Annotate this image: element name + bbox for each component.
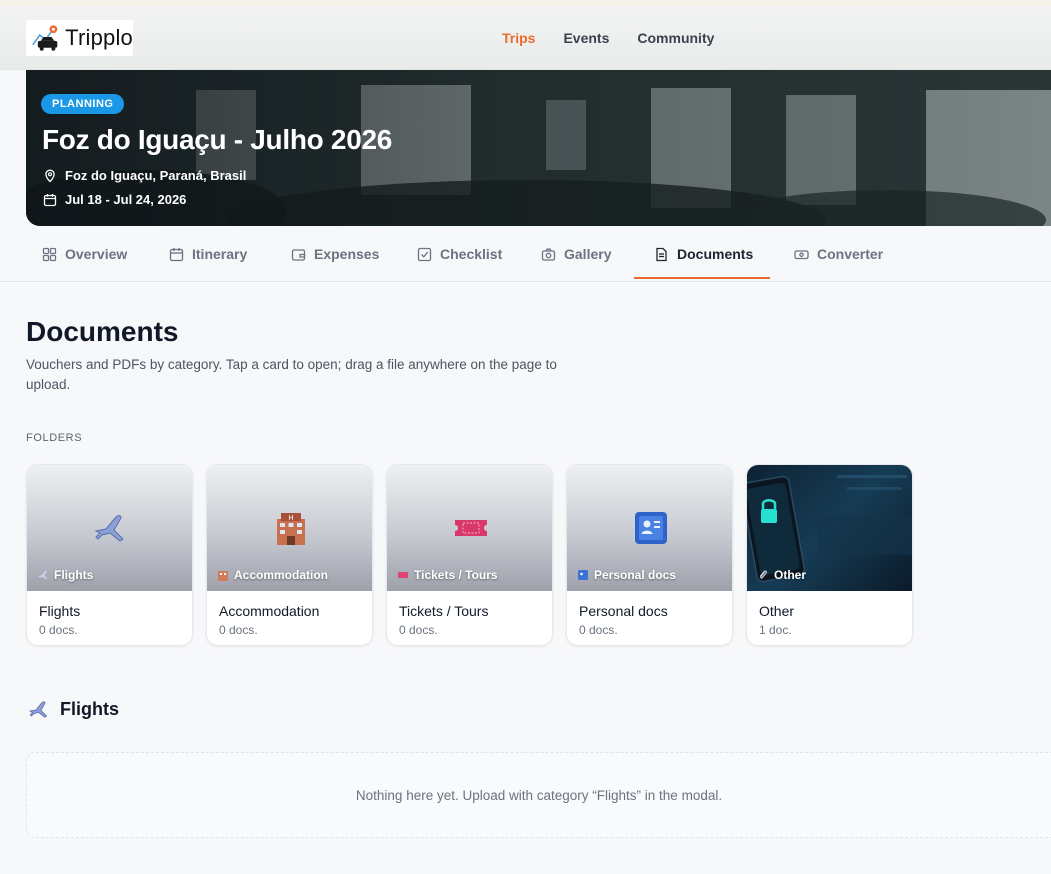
ticket-icon (398, 572, 408, 578)
trip-location-text: Foz do Iguaçu, Paraná, Brasil (65, 168, 247, 183)
tab-expenses[interactable]: Expenses (291, 226, 379, 282)
airplane-icon (28, 701, 48, 718)
folder-card-accommodation[interactable]: H Accommodation Accommodation 0 docs. (206, 464, 373, 646)
app-header: Tripplo Trips Events Community (0, 6, 1051, 70)
card-tag: Personal docs (577, 568, 676, 582)
card-name: Other (759, 603, 795, 619)
tab-label: Overview (65, 246, 128, 262)
grid-icon (42, 247, 57, 261)
card-cover: Flights (27, 465, 192, 591)
page-subtitle: Vouchers and PDFs by category. Tap a car… (26, 357, 557, 392)
tab-itinerary[interactable]: Itinerary (169, 226, 247, 282)
card-tag-label: Tickets / Tours (414, 568, 498, 582)
document-icon (656, 247, 667, 261)
trip-dates-text: Jul 18 - Jul 24, 2026 (65, 192, 187, 207)
card-name: Personal docs (579, 603, 668, 619)
trip-hero: PLANNING Foz do Iguaçu - Julho 2026 Foz … (26, 70, 1051, 226)
card-tag: Tickets / Tours (397, 568, 498, 582)
calendar-icon (43, 193, 57, 206)
trip-location: Foz do Iguaçu, Paraná, Brasil (43, 168, 246, 183)
card-count: 1 doc. (759, 623, 792, 637)
camera-icon (541, 248, 556, 261)
card-tag: Other (757, 568, 806, 582)
card-count: 0 docs. (399, 623, 438, 637)
paperclip-icon (759, 570, 767, 579)
wallet-icon (291, 248, 306, 261)
checkbox-icon (417, 247, 432, 261)
folder-card-other[interactable]: Other Other 1 doc. (746, 464, 913, 646)
folders-label: FOLDERS (26, 432, 83, 444)
nav-trips[interactable]: Trips (502, 30, 535, 46)
logo-text: Tripplo (65, 25, 133, 50)
tab-label: Gallery (564, 246, 612, 262)
card-cover: H Accommodation (207, 465, 372, 591)
empty-state-text: Nothing here yet. Upload with category “… (355, 787, 723, 803)
nav-events[interactable]: Events (563, 30, 609, 46)
card-count: 0 docs. (219, 623, 258, 637)
folder-card-personal-docs[interactable]: Personal docs Personal docs 0 docs. (566, 464, 733, 646)
tab-label: Expenses (314, 246, 380, 262)
card-cover: Tickets / Tours (387, 465, 552, 591)
car-pin-icon (32, 25, 58, 51)
ticket-icon (455, 520, 487, 536)
active-tab-indicator (634, 277, 770, 279)
logo[interactable]: Tripplo (26, 20, 133, 56)
card-tag-label: Other (774, 568, 807, 582)
hotel-icon: H (277, 513, 305, 545)
tab-label: Documents (677, 246, 754, 262)
card-tag-label: Flights (54, 568, 94, 582)
calendar-icon (169, 247, 184, 261)
trip-tabs: Overview Itinerary Expenses Checklist Ga… (0, 226, 1051, 282)
trip-dates: Jul 18 - Jul 24, 2026 (43, 192, 186, 207)
airplane-icon (38, 570, 48, 580)
card-cover: Personal docs (567, 465, 732, 591)
tab-gallery[interactable]: Gallery (541, 226, 611, 282)
nav-community[interactable]: Community (637, 30, 714, 46)
hotel-icon (218, 571, 228, 581)
tab-label: Converter (817, 246, 884, 262)
tab-documents[interactable]: Documents (654, 226, 753, 282)
status-badge: PLANNING (41, 94, 125, 114)
card-tag: Accommodation (217, 568, 328, 582)
flights-dropzone[interactable]: Nothing here yet. Upload with category “… (26, 752, 1051, 838)
id-card-icon (578, 570, 588, 580)
card-count: 0 docs. (39, 623, 78, 637)
tab-overview[interactable]: Overview (42, 226, 127, 282)
tab-converter[interactable]: Converter (794, 226, 883, 282)
money-icon (794, 249, 809, 259)
card-tag: Flights (37, 568, 93, 582)
card-tag-label: Accommodation (234, 568, 329, 582)
id-card-icon (635, 512, 667, 544)
card-tag-label: Personal docs (594, 568, 677, 582)
main-nav: Trips Events Community (502, 30, 714, 46)
card-name: Flights (39, 603, 81, 619)
section-title-flights: Flights (28, 698, 119, 720)
map-pin-icon (45, 169, 55, 183)
folder-card-flights[interactable]: Flights Flights 0 docs. (26, 464, 193, 646)
section-title-text: Flights (60, 698, 119, 719)
airplane-icon (94, 515, 124, 542)
folder-card-tickets[interactable]: Tickets / Tours Tickets / Tours 0 docs. (386, 464, 553, 646)
page-title: Documents (26, 316, 179, 347)
tab-checklist[interactable]: Checklist (417, 226, 502, 282)
svg-text:H: H (288, 514, 293, 522)
card-cover: Other (747, 465, 912, 591)
card-name: Tickets / Tours (399, 603, 489, 619)
tab-label: Checklist (440, 246, 503, 262)
tab-label: Itinerary (192, 246, 248, 262)
trip-title: Foz do Iguaçu - Julho 2026 (42, 124, 393, 155)
card-name: Accommodation (219, 603, 320, 619)
card-count: 0 docs. (579, 623, 618, 637)
